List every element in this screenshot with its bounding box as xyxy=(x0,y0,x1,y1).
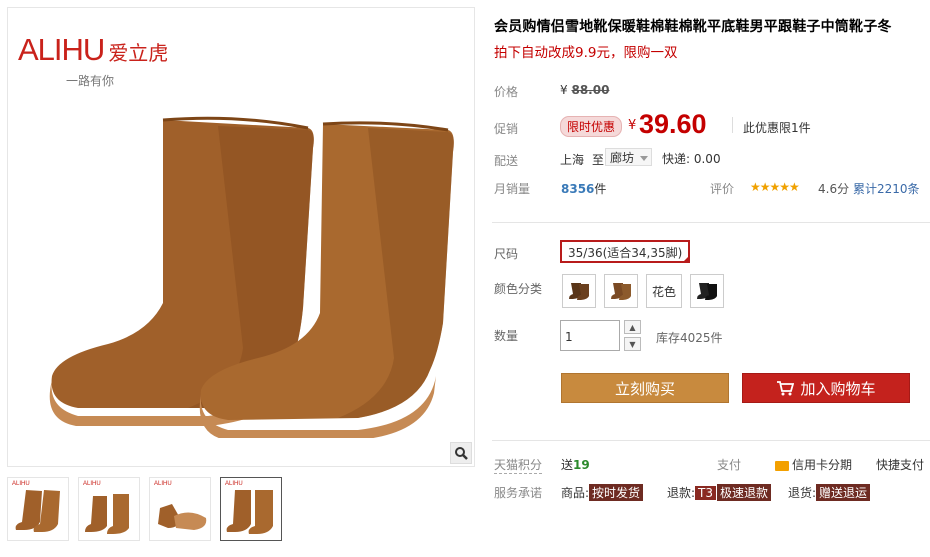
stock-count: 库存4025件 xyxy=(656,331,723,345)
rating-stars: ★★★★★ xyxy=(750,180,800,194)
monthly-sales: 8356件 xyxy=(561,180,606,197)
original-price-value: 88.00 xyxy=(571,83,610,97)
brand-slogan: 一路有你 xyxy=(66,74,115,88)
service-goods: 商品: 按时发货 xyxy=(561,484,644,501)
service-label: 服务承诺 xyxy=(494,486,543,500)
promo-badge: 限时优惠 xyxy=(560,116,623,137)
thumbnail-strip: ALIHU ALIHU ALIHU ALIHU xyxy=(7,477,282,545)
color-option-pattern[interactable]: 花色 xyxy=(646,274,682,308)
buy-now-label: 立刻购买 xyxy=(614,379,675,398)
thumbnail-4-selected[interactable]: ALIHU xyxy=(220,477,282,541)
credit-card-icon xyxy=(775,460,789,471)
add-to-cart-button[interactable]: 加入购物车 xyxy=(742,373,910,403)
product-title: 会员购情侣雪地靴保暖鞋棉鞋棉靴平底鞋男平跟鞋子中筒靴子冬 xyxy=(494,19,892,35)
yen-symbol: ¥ xyxy=(628,118,637,133)
monthly-sales-label: 月销量 xyxy=(494,182,531,196)
quantity-input[interactable]: 1 xyxy=(560,320,620,351)
free-return-shipping-badge[interactable]: 赠送退运 xyxy=(816,484,871,501)
thumbnail-brand: ALIHU xyxy=(154,481,172,487)
size-option-selected[interactable]: 35/36(适合34,35脚) xyxy=(560,240,691,263)
size-option-label: 35/36(适合34,35脚) xyxy=(568,246,683,260)
promo-price: 39.60 xyxy=(639,109,707,139)
chevron-down-icon xyxy=(640,156,648,161)
credit-installment-label: 信用卡分期 xyxy=(792,458,853,472)
brand-name-cn: 爱立虎 xyxy=(108,41,169,65)
original-price: ¥ 88.00 xyxy=(560,83,609,97)
product-subtitle: 拍下自动改成9.9元，限购一双 xyxy=(494,45,678,61)
promo-limit-text: 此优惠限1件 xyxy=(743,121,811,135)
quantity-increase-button[interactable]: ▲ xyxy=(624,320,641,334)
price-label: 价格 xyxy=(494,85,519,99)
destination-dropdown[interactable]: 廊坊 xyxy=(605,148,652,166)
thumbnail-boots-image xyxy=(85,494,129,534)
refund-label: 退款: xyxy=(667,486,696,500)
selected-corner-icon xyxy=(682,255,691,263)
brand-name-en: ALIHU xyxy=(18,32,105,67)
service-return: 退货: 赠送退运 xyxy=(788,484,871,501)
thumbnail-boots-image xyxy=(15,490,60,532)
thumbnail-boots-image xyxy=(226,490,273,534)
destination-value: 廊坊 xyxy=(610,151,635,165)
ship-from: 上海 xyxy=(560,153,585,167)
return-label: 退货: xyxy=(788,486,817,500)
color-options: 花色 xyxy=(562,274,724,308)
promo-label: 促销 xyxy=(494,122,519,136)
credit-installment[interactable]: 信用卡分期 xyxy=(775,456,852,473)
boot-swatch-icon xyxy=(569,283,589,300)
boot-swatch-icon xyxy=(611,283,631,300)
divider xyxy=(492,222,930,223)
brand-logo: ALIHU 爱立虎 一路有你 xyxy=(18,32,169,88)
chevron-up-icon: ▲ xyxy=(629,322,636,332)
goods-label: 商品: xyxy=(561,486,590,500)
thumbnail-1[interactable]: ALIHU xyxy=(7,477,69,541)
payment-label: 支付 xyxy=(717,458,742,472)
points-send-word: 送 xyxy=(561,458,574,472)
buy-now-button[interactable]: 立刻购买 xyxy=(561,373,729,403)
thumbnail-brand: ALIHU xyxy=(12,481,30,487)
yen-symbol: ¥ xyxy=(560,83,568,97)
tmall-points-label[interactable]: 天猫积分 xyxy=(494,456,543,474)
color-label: 颜色分类 xyxy=(494,282,543,296)
quick-pay[interactable]: 快捷支付 xyxy=(876,456,924,473)
thumbnail-brand: ALIHU xyxy=(83,481,101,487)
sales-unit: 件 xyxy=(594,182,607,196)
rating-label: 评价 xyxy=(710,182,735,196)
size-label: 尺码 xyxy=(494,247,519,261)
main-product-image[interactable]: ALIHU 爱立虎 一路有你 xyxy=(7,7,475,467)
color-option-black[interactable] xyxy=(690,274,724,308)
express-fee: 快递: 0.00 xyxy=(662,152,721,166)
boot-swatch-icon xyxy=(697,283,717,300)
t3-badge: T3 xyxy=(695,486,717,500)
chevron-down-icon: ▼ xyxy=(629,339,636,349)
thumbnail-boots-image xyxy=(158,504,207,530)
zoom-magnifier-icon[interactable] xyxy=(450,442,472,464)
points-value: 送19 xyxy=(561,456,590,473)
rating-score: 4.6分 xyxy=(818,182,850,196)
quantity-decrease-button[interactable]: ▼ xyxy=(624,337,641,351)
service-refund: 退款: T3 极速退款 xyxy=(667,484,772,501)
thumbnail-brand: ALIHU xyxy=(225,481,243,487)
product-gallery: ALIHU 爱立虎 一路有你 ALIHU ALIHU ALIHU ALIHU xyxy=(0,0,478,557)
color-option-dark-brown[interactable] xyxy=(562,274,596,308)
thumbnail-3[interactable]: ALIHU xyxy=(149,477,211,541)
sales-count: 8356 xyxy=(561,182,595,196)
fast-refund-badge[interactable]: 极速退款 xyxy=(717,484,772,501)
add-to-cart-label: 加入购物车 xyxy=(800,379,876,398)
review-count-link[interactable]: 累计2210条 xyxy=(853,180,920,197)
divider-vertical xyxy=(732,117,733,133)
boots-illustration xyxy=(49,116,454,438)
divider xyxy=(492,440,930,441)
ship-to-word: 至 xyxy=(592,153,605,167)
thumbnail-2[interactable]: ALIHU xyxy=(78,477,140,541)
quantity-label: 数量 xyxy=(494,329,519,343)
cart-icon xyxy=(777,381,795,396)
color-option-brown[interactable] xyxy=(604,274,638,308)
product-info-panel: 会员购情侣雪地靴保暖鞋棉鞋棉靴平底鞋男平跟鞋子中筒靴子冬 拍下自动改成9.9元，… xyxy=(492,0,930,557)
points-number: 19 xyxy=(573,458,590,472)
shipping-label: 配送 xyxy=(494,154,519,168)
ontime-shipping-badge[interactable]: 按时发货 xyxy=(589,484,644,501)
